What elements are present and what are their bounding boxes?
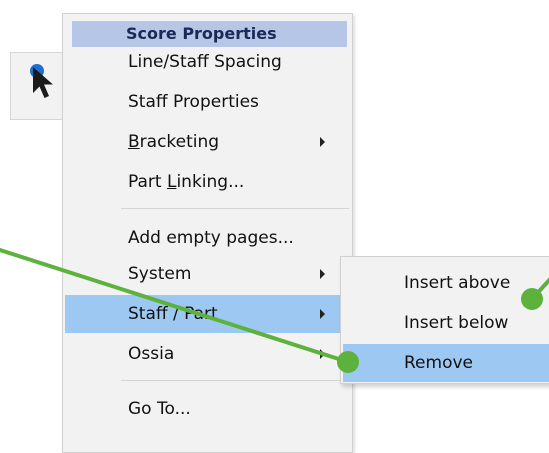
menu-item-label: Go To...	[128, 399, 191, 419]
menu-item-label: Bracketing	[128, 132, 220, 152]
submenu-item-label: Remove	[404, 353, 473, 373]
menu-item-bracketing[interactable]: Bracketing	[65, 123, 350, 161]
menu-item-label: Line/Staff Spacing	[128, 52, 282, 72]
menu-item-system[interactable]: System	[65, 255, 350, 293]
menu-item-add-empty-pages[interactable]: Add empty pages...	[65, 219, 350, 257]
submenu-item-label: Insert above	[404, 273, 511, 293]
menu-item-staff-properties[interactable]: Staff Properties	[65, 83, 350, 121]
staff-part-submenu: Insert above Insert below Remove	[340, 256, 549, 384]
menu-item-label: Add empty pages...	[128, 228, 294, 248]
menu-item-go-to[interactable]: Go To...	[65, 390, 350, 428]
menu-separator	[121, 380, 349, 381]
submenu-arrow-icon	[320, 269, 325, 279]
menu-item-label: Staff / Part	[128, 304, 218, 324]
submenu-arrow-icon	[320, 349, 325, 359]
submenu-item-remove[interactable]: Remove	[343, 344, 549, 382]
menu-item-label: System	[128, 264, 192, 284]
menu-item-part-linking[interactable]: Part Linking...	[65, 163, 350, 201]
submenu-arrow-icon	[320, 137, 325, 147]
menu-item-label: Staff Properties	[128, 92, 259, 112]
submenu-arrow-icon	[320, 309, 325, 319]
menu-item-ossia[interactable]: Ossia	[65, 335, 350, 373]
menu-item-label: Ossia	[128, 344, 175, 364]
menu-separator	[121, 208, 349, 209]
menu-item-line-staff-spacing[interactable]: Line/Staff Spacing	[65, 43, 350, 81]
menu-item-label: Part Linking...	[128, 172, 245, 192]
context-menu: Score Properties Line/Staff Spacing Staf…	[62, 13, 353, 453]
submenu-item-insert-above[interactable]: Insert above	[343, 264, 549, 302]
submenu-item-insert-below[interactable]: Insert below	[343, 304, 549, 342]
submenu-item-label: Insert below	[404, 313, 509, 333]
menu-item-staff-part[interactable]: Staff / Part	[65, 295, 350, 333]
